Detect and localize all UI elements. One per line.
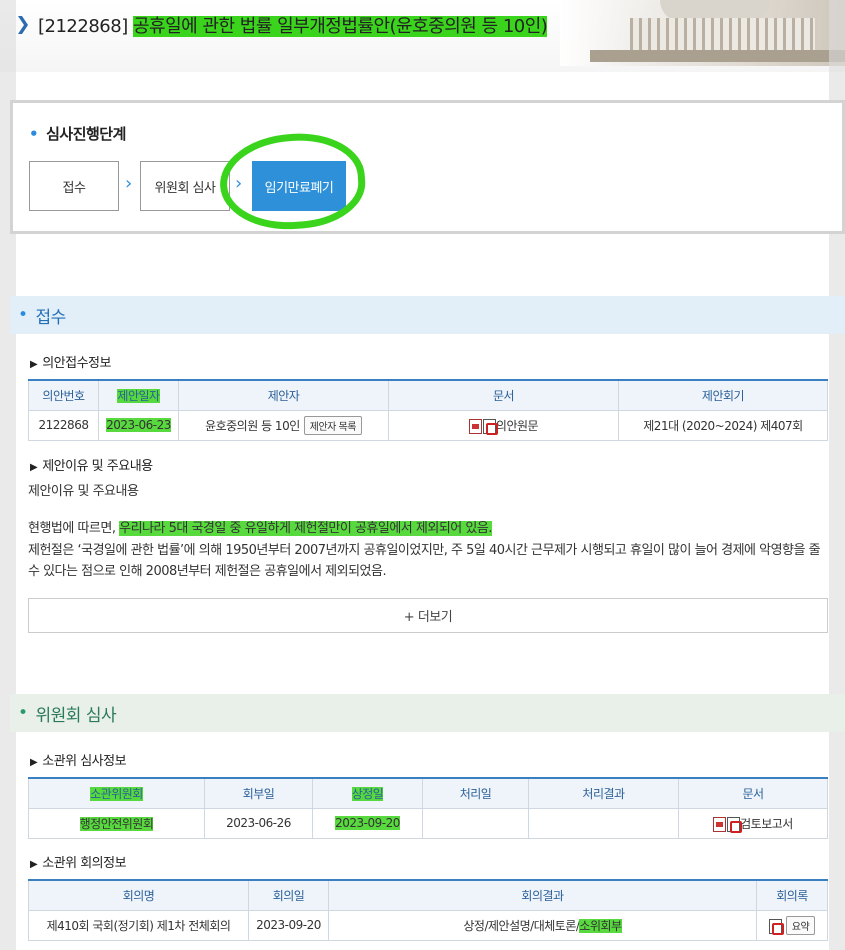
- process-result: [528, 807, 679, 839]
- reason-label: 제안이유 및 주요내용: [28, 484, 139, 499]
- table-row: 2122868 2023-06-23 윤호중의원 등 10인 제안자 목록 의안원…: [28, 409, 828, 441]
- minutes-cell: 요약: [756, 909, 828, 941]
- col-document: 문서: [678, 777, 828, 809]
- chevron-right-icon: ›: [125, 173, 132, 194]
- reason-paragraph-1: 현행법에 따르면, 우리나라 5대 국경일 중 유일하게 제헌절만이 공휴일에서…: [28, 521, 492, 536]
- col-referred: 회부일: [204, 777, 313, 809]
- hwp-icon[interactable]: [713, 816, 727, 832]
- col-bill-no: 의안번호: [28, 379, 99, 411]
- col-meeting-result: 회의결과: [328, 879, 757, 911]
- reason-paragraph-2: 제헌절은 ‘국경일에 관한 법률’에 의해 1950년부터 2007년까지 공휴…: [28, 543, 821, 579]
- proposer: 윤호중의원 등 10인 제안자 목록: [178, 409, 389, 441]
- session: 제21대 (2020~2024) 제407회: [618, 409, 828, 441]
- review-report-link[interactable]: 검토보고서: [740, 817, 793, 831]
- pdf-icon[interactable]: [727, 816, 743, 833]
- meeting-info-title: 소관위 회의정보: [30, 852, 126, 871]
- bill-title: 공휴일에 관한 법률 일부개정법률안(윤호중의원 등 10인): [132, 16, 548, 37]
- col-meeting-name: 회의명: [28, 879, 249, 911]
- col-document: 문서: [388, 379, 619, 411]
- summary-button[interactable]: 요약: [785, 915, 816, 935]
- progress-heading: • 심사진행단계: [29, 125, 126, 143]
- section-committee: • 위원회 심사: [10, 694, 845, 732]
- document-cell: 검토보고서: [678, 807, 828, 839]
- bill-no: 2122868: [28, 409, 99, 441]
- meeting-name: 제410회 국회(정기회) 제1차 전체회의: [28, 909, 249, 941]
- page-title: [2122868] 공휴일에 관한 법률 일부개정법률안(윤호중의원 등 10인…: [38, 12, 548, 38]
- chevron-right-icon: [18, 16, 28, 34]
- referred-date: 2023-06-26: [204, 807, 313, 839]
- document-cell: 의안원문: [388, 409, 619, 441]
- meeting-date: 2023-09-20: [248, 909, 329, 941]
- col-processed: 처리일: [422, 777, 529, 809]
- reception-table: 의안번호 제안일자 제안자 문서 제안회기 2122868 2023-06-23…: [28, 379, 828, 441]
- col-presented: 상정일: [312, 777, 423, 809]
- presented-date: 2023-09-20: [312, 807, 423, 839]
- pdf-icon[interactable]: [768, 918, 784, 935]
- col-proposer: 제안자: [178, 379, 389, 411]
- reason-title: 제안이유 및 주요내용: [30, 455, 153, 474]
- page-header: [2122868] 공휴일에 관한 법률 일부개정법률안(윤호중의원 등 10인…: [0, 0, 845, 72]
- col-date: 제안일자: [98, 379, 179, 411]
- table-row: 행정안전위원회 2023-06-26 2023-09-20 검토보고서: [28, 807, 828, 839]
- more-button[interactable]: + 더보기: [28, 598, 828, 633]
- table-row: 제410회 국회(정기회) 제1차 전체회의 2023-09-20 상정/제안설…: [28, 909, 828, 941]
- meeting-table: 회의명 회의일 회의결과 회의록 제410회 국회(정기회) 제1차 전체회의 …: [28, 879, 828, 941]
- section-reception: • 접수: [10, 296, 845, 334]
- col-committee: 소관위원회: [28, 777, 205, 809]
- col-session: 제안회기: [618, 379, 828, 411]
- proposal-date: 2023-06-23: [98, 409, 179, 441]
- committee-table: 소관위원회 회부일 상정일 처리일 처리결과 문서 행정안전위원회 2023-0…: [28, 777, 828, 839]
- col-meeting-date: 회의일: [248, 879, 329, 911]
- meeting-result: 상정/제안설명/대체토론/소위회부: [328, 909, 757, 941]
- hwp-icon[interactable]: [468, 418, 482, 434]
- processed-date: [422, 807, 529, 839]
- document-link[interactable]: 의안원문: [496, 419, 539, 433]
- col-result: 처리결과: [528, 777, 679, 809]
- proposer-list-button[interactable]: 제안자 목록: [303, 415, 362, 435]
- assembly-building-image: [560, 0, 845, 66]
- progress-box: • 심사진행단계 접수 › 위원회 심사 › 임기만료폐기: [10, 100, 845, 234]
- col-minutes: 회의록: [756, 879, 828, 911]
- committee-info-title: 소관위 심사정보: [30, 750, 126, 769]
- reception-info-title: 의안접수정보: [30, 352, 111, 371]
- bill-id: [2122868]: [38, 16, 128, 37]
- committee-name: 행정안전위원회: [28, 807, 205, 839]
- pdf-icon[interactable]: [482, 418, 498, 435]
- step-committee-review[interactable]: 위원회 심사: [140, 161, 230, 211]
- step-received[interactable]: 접수: [29, 161, 119, 211]
